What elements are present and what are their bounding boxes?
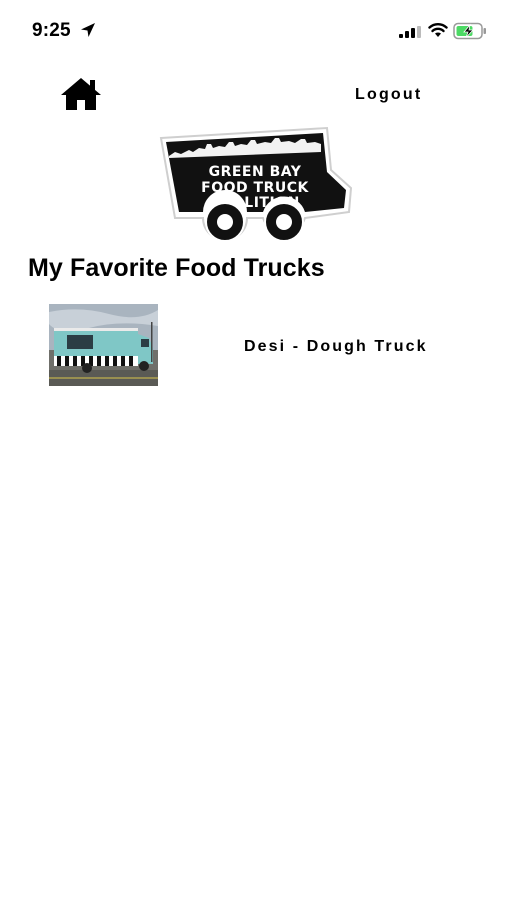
battery-charging-icon xyxy=(453,22,486,40)
status-bar: 9:25 xyxy=(0,0,507,62)
logo-line-2: FOOD TRUCK xyxy=(201,180,309,196)
home-icon[interactable] xyxy=(60,76,102,112)
wifi-icon xyxy=(428,23,448,37)
page-title: My Favorite Food Trucks xyxy=(28,254,325,282)
status-time: 9:25 xyxy=(32,20,71,41)
logo-line-1: GREEN BAY xyxy=(209,164,302,180)
green-bay-food-truck-coalition-logo: GREEN BAY FOOD TRUCK COALITION xyxy=(159,126,353,242)
truck-photo xyxy=(49,304,158,386)
logout-link[interactable]: Logout xyxy=(355,86,422,104)
truck-name[interactable]: Desi - Dough Truck xyxy=(244,338,428,356)
favorite-truck-item[interactable]: Desi - Dough Truck xyxy=(49,304,469,388)
signal-icon xyxy=(399,26,421,38)
location-arrow-icon xyxy=(81,23,95,37)
